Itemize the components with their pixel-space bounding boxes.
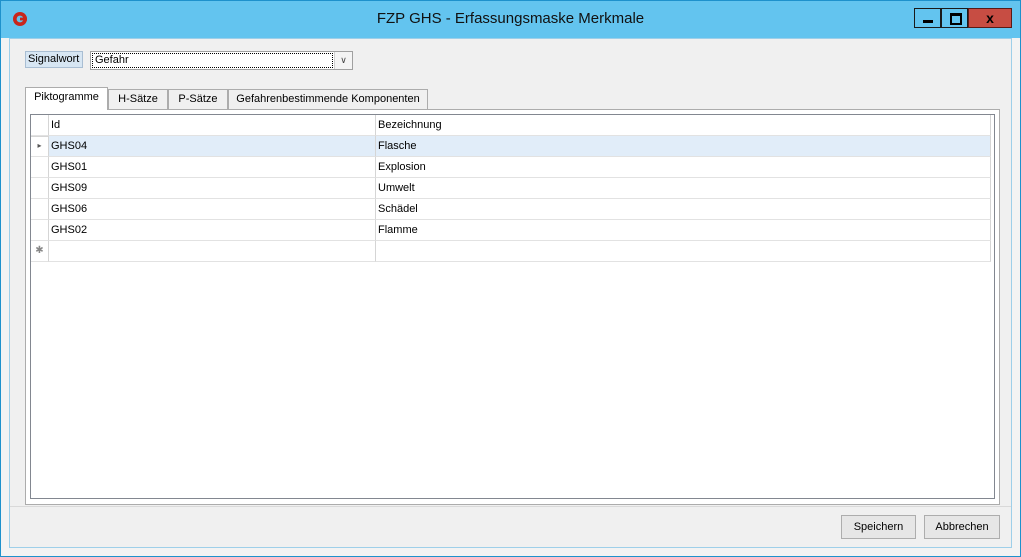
row-indicator [31,220,49,241]
row-indicator [31,199,49,220]
table-row[interactable]: GHS01 Explosion [31,157,991,178]
row-header-corner [31,115,49,136]
cell-bezeichnung[interactable]: Umwelt [376,178,991,199]
table-row[interactable]: GHS06 Schädel [31,199,991,220]
title-bar[interactable]: FZP GHS - Erfassungsmaske Merkmale x [1,1,1020,38]
new-row[interactable]: ✱ [31,241,991,262]
cell-id[interactable]: GHS06 [49,199,376,220]
cell-id[interactable]: GHS02 [49,220,376,241]
row-indicator [31,178,49,199]
tab-p-saetze[interactable]: P-Sätze [168,89,228,109]
cell-id[interactable]: GHS09 [49,178,376,199]
cell-bezeichnung[interactable]: Flamme [376,220,991,241]
maximize-icon [950,13,962,25]
table-row[interactable]: ▸ GHS04 Flasche [31,136,991,157]
column-header-id[interactable]: Id [49,115,376,136]
close-button[interactable]: x [968,8,1012,28]
table-row[interactable]: GHS09 Umwelt [31,178,991,199]
cell-bezeichnung[interactable] [376,241,991,262]
row-indicator [31,157,49,178]
signalwort-select[interactable]: Gefahr ∨ [90,51,353,70]
signalwort-label: Signalwort [25,51,83,68]
chevron-down-icon[interactable]: ∨ [334,52,352,69]
new-row-icon: ✱ [31,241,49,262]
cell-id[interactable] [49,241,376,262]
table-row[interactable]: GHS02 Flamme [31,220,991,241]
grid-header: Id Bezeichnung [31,115,991,137]
piktogramme-grid[interactable]: Id Bezeichnung ▸ GHS04 Flasche GHS01 Exp… [30,114,995,499]
cell-id[interactable]: GHS01 [49,157,376,178]
app-window: FZP GHS - Erfassungsmaske Merkmale x Sig… [0,0,1021,557]
minimize-icon [923,20,933,23]
footer-bar: Speichern Abbrechen [10,506,1011,547]
save-button[interactable]: Speichern [841,515,916,539]
tab-panel-piktogramme: Id Bezeichnung ▸ GHS04 Flasche GHS01 Exp… [25,109,1000,505]
column-header-bezeichnung[interactable]: Bezeichnung [376,115,991,136]
cell-id[interactable]: GHS04 [49,136,376,157]
close-icon: x [986,10,994,26]
client-area: Signalwort Gefahr ∨ Piktogramme H-Sätze … [9,38,1012,548]
signalwort-value[interactable]: Gefahr [92,53,333,68]
minimize-button[interactable] [914,8,941,28]
cell-bezeichnung[interactable]: Schädel [376,199,991,220]
cell-bezeichnung[interactable]: Flasche [376,136,991,157]
current-row-indicator-icon: ▸ [31,136,49,157]
tab-gefahrenbestimmende-komponenten[interactable]: Gefahrenbestimmende Komponenten [228,89,428,109]
window-title: FZP GHS - Erfassungsmaske Merkmale [376,10,645,27]
cell-bezeichnung[interactable]: Explosion [376,157,991,178]
cancel-button[interactable]: Abbrechen [924,515,1000,539]
tab-h-saetze[interactable]: H-Sätze [108,89,168,109]
maximize-button[interactable] [941,8,968,28]
tab-piktogramme[interactable]: Piktogramme [25,87,108,110]
